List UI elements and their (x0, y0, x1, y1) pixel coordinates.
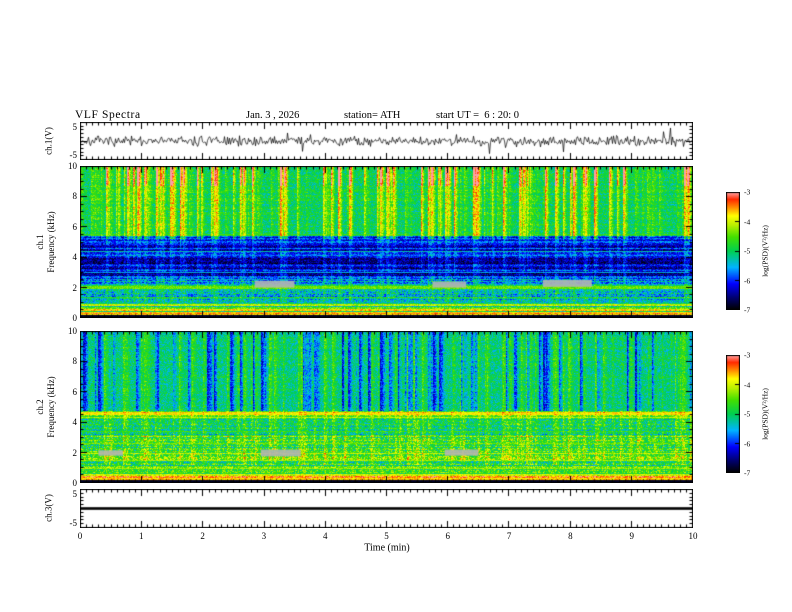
ch2-frequency-ylabel-line2: Frequency (kHz) (46, 376, 56, 438)
freq-tick-label: 0 (72, 313, 78, 323)
ch1-frequency-ylabel-line2: Frequency (kHz) (46, 211, 56, 273)
freq-tick-label: 4 (72, 417, 78, 428)
vlf-spectra-figure: VLF Spectra Jan. 3 , 2026 station= ATH s… (0, 0, 792, 612)
colorbar-tick-label: -7 (744, 468, 751, 478)
colorbar-tick-label: -4 (744, 217, 751, 226)
colorbar-tick-label: -3 (744, 187, 751, 197)
x-tick-label: 0 (77, 531, 83, 541)
colorbar-ch1-canvas (726, 192, 740, 310)
ch1-waveform-canvas (80, 122, 693, 160)
x-tick-label: 2 (200, 531, 205, 541)
freq-tick-label: 10 (68, 326, 77, 336)
ch2-frequency-ylabel-line1: ch.2 (35, 399, 46, 415)
colorbar-tick-label: -7 (744, 305, 751, 315)
x-tick-label: 5 (384, 531, 389, 541)
ch3-waveform-canvas (80, 489, 693, 528)
voltage-tick-label: -5 (69, 150, 78, 160)
freq-tick-label: 8 (72, 191, 78, 202)
ch3-voltage-ylabel: ch.3(V) (43, 494, 54, 522)
freq-tick-label: 2 (72, 447, 78, 458)
x-tick-label: 10 (688, 531, 698, 541)
colorbar-tick-label: -5 (744, 246, 751, 256)
voltage-tick-label: 5 (72, 122, 78, 132)
colorbar-tick-label: -6 (744, 439, 751, 448)
x-tick-label: 6 (445, 531, 451, 541)
header-start-ut: start UT = 6 : 20: 0 (436, 110, 520, 121)
x-tick-label: 1 (139, 531, 144, 541)
freq-tick-label: 6 (72, 221, 78, 232)
x-tick-label: 3 (261, 531, 267, 541)
colorbar-tick-label: -4 (744, 380, 751, 389)
ch1-frequency-ylabel: ch.1 Frequency (kHz) (35, 211, 57, 272)
freq-tick-label: 6 (72, 386, 78, 397)
page-title: VLF Spectra (75, 109, 141, 121)
voltage-tick-label: -5 (69, 518, 78, 528)
freq-tick-label: 8 (72, 356, 78, 367)
ch2-frequency-ylabel: ch.2 Frequency (kHz) (35, 376, 57, 437)
colorbar-ch2-canvas (726, 355, 740, 473)
x-axis-label: Time (min) (364, 542, 410, 554)
voltage-tick-label: 5 (72, 489, 78, 499)
colorbar-ch1-label: log(PSD)(V²/Hz) (760, 225, 770, 277)
freq-tick-label: 0 (72, 478, 78, 488)
x-tick-label: 9 (629, 531, 634, 541)
ch2-spectrogram-canvas (80, 331, 693, 483)
x-tick-label: 7 (506, 531, 512, 541)
colorbar-tick-label: -5 (744, 409, 751, 419)
colorbar-tick-label: -6 (744, 276, 751, 285)
freq-tick-label: 10 (68, 161, 77, 171)
header-station: station= ATH (344, 110, 401, 121)
x-tick-label: 8 (568, 531, 573, 541)
ch1-voltage-ylabel: ch.1(V) (43, 127, 54, 155)
x-tick-label: 4 (322, 531, 328, 541)
colorbar-tick-label: -3 (744, 350, 751, 360)
colorbar-ch2-label: log(PSD)(V²/Hz) (760, 388, 770, 440)
ch1-frequency-ylabel-line1: ch.1 (35, 234, 46, 250)
header-date: Jan. 3 , 2026 (246, 110, 300, 121)
freq-tick-label: 2 (72, 282, 78, 293)
freq-tick-label: 4 (72, 252, 78, 263)
ch1-spectrogram-canvas (80, 166, 693, 318)
